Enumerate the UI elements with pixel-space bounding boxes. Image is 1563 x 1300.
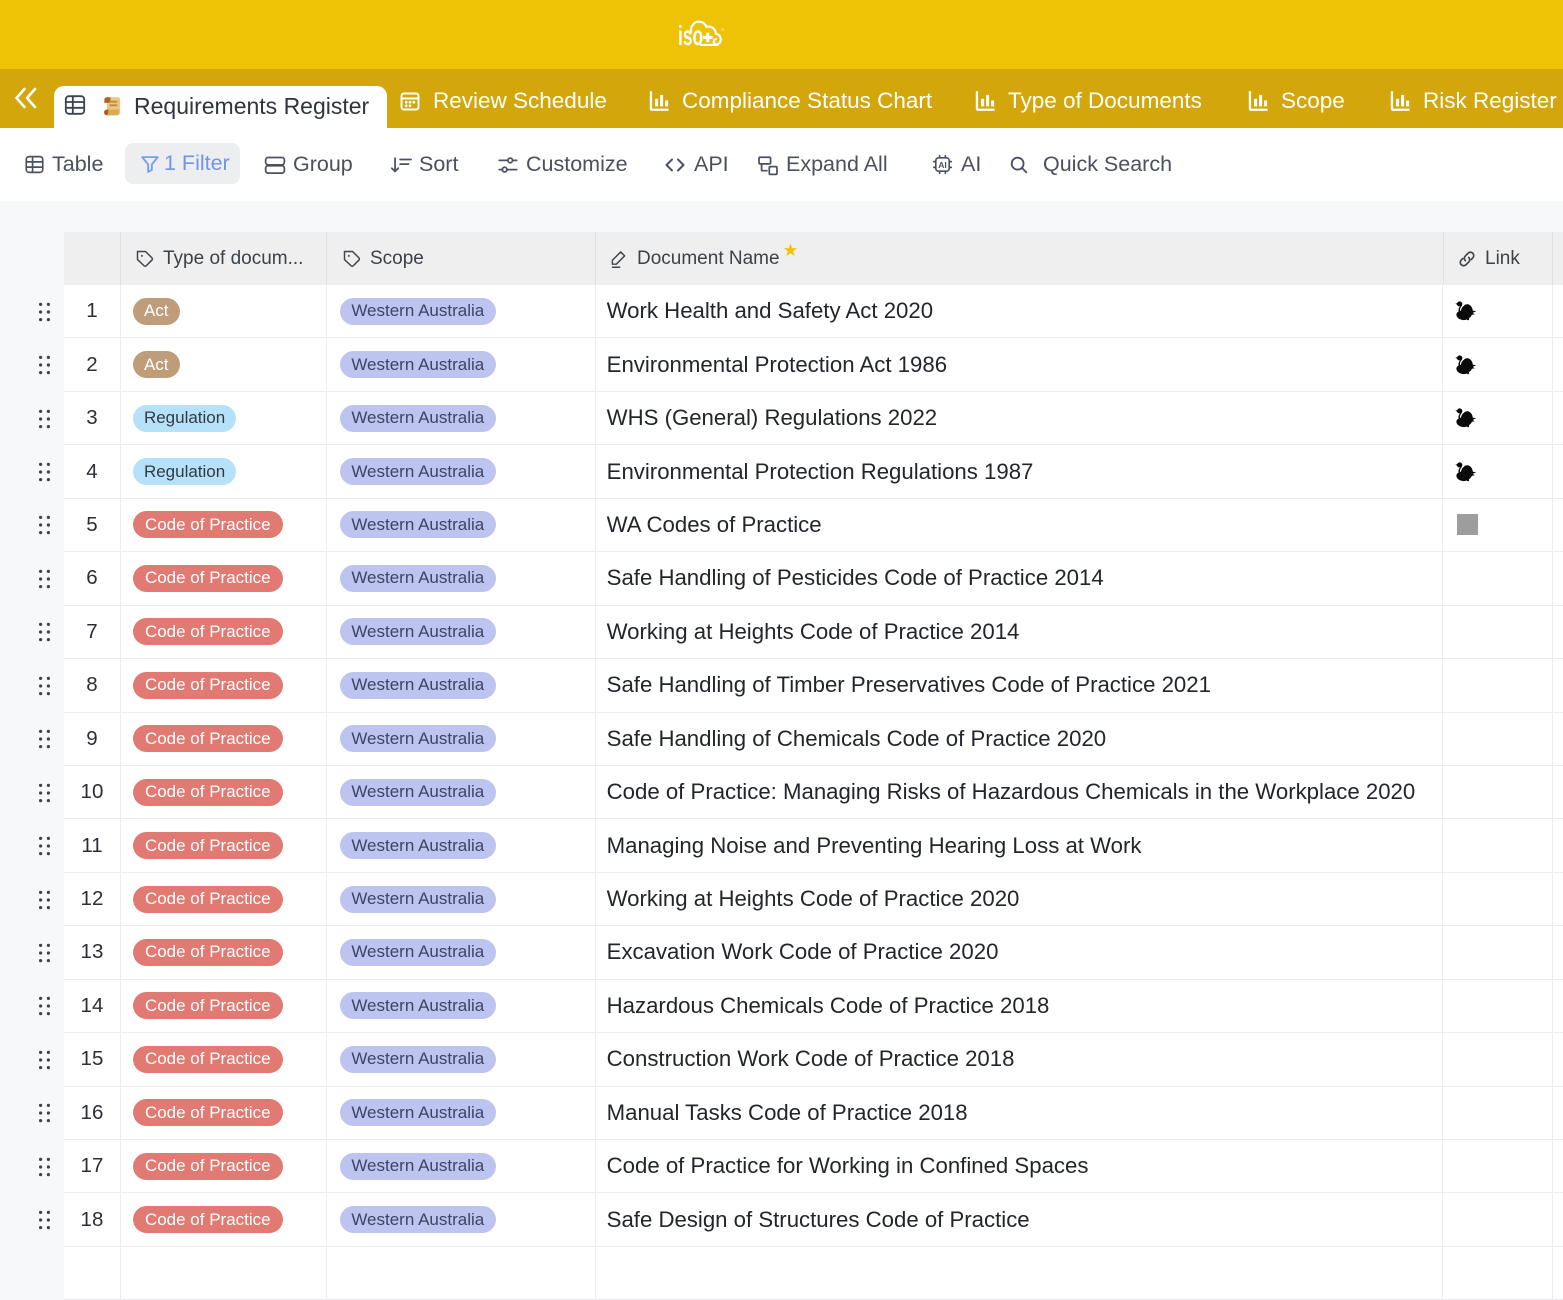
svg-text:iso: iso xyxy=(678,20,703,48)
svg-text:™: ™ xyxy=(721,28,725,34)
svg-text:AI: AI xyxy=(938,160,947,170)
